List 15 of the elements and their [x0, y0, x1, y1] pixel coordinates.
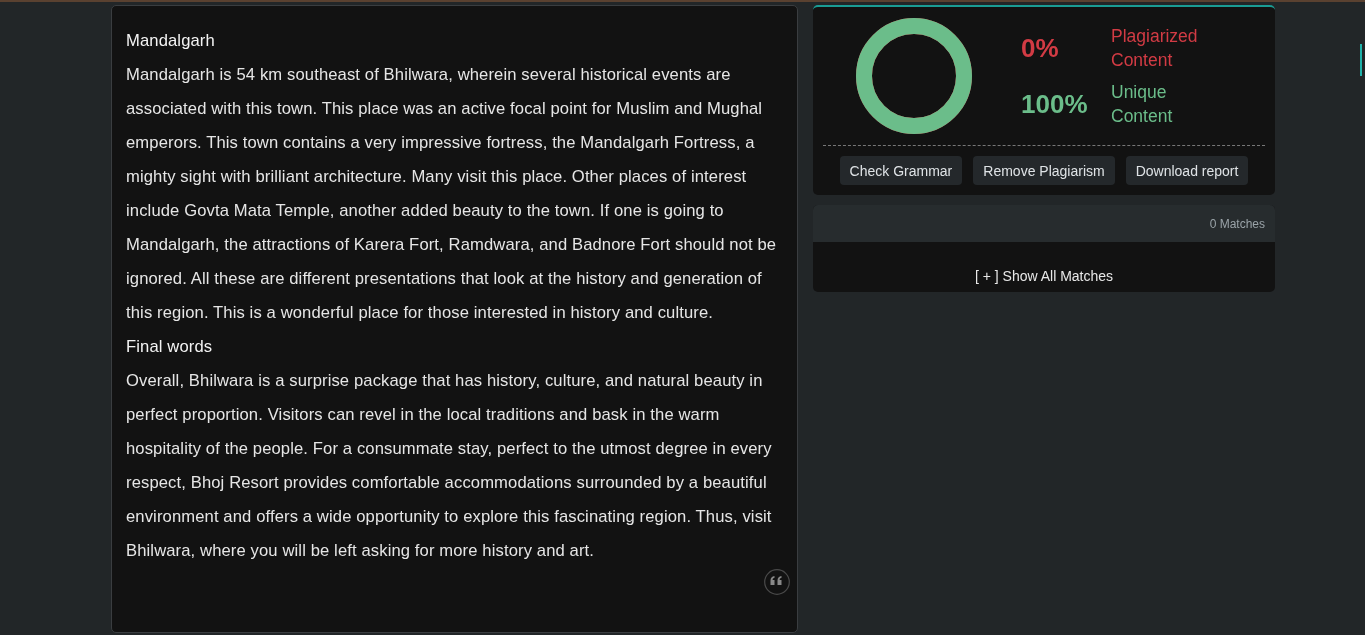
stat-label: Plagiarized Content: [1111, 25, 1199, 72]
quote-icon[interactable]: [764, 569, 790, 595]
stat-label: Unique Content: [1111, 81, 1174, 128]
percent-value: 0%: [1021, 32, 1060, 64]
action-button[interactable]: Remove Plagiarism: [973, 156, 1115, 185]
section-heading: Mandalgarh: [126, 30, 216, 52]
section-heading: Final words: [126, 336, 214, 358]
show-matches-link[interactable]: [ + ] Show All Matches: [974, 268, 1114, 284]
match-count: 0 Matches: [1209, 216, 1265, 231]
percent-value: 100%: [1021, 88, 1089, 120]
paragraph: Mandalgarh is 54 km southeast of Bhilwara, wherein several historical events are associated with this town. This place was an active focal point for Muslim and Mughal emperors. This town contains a very impressive fortress, the Mandalgarh Fortress, a mighty sight with brilliant architecture. Many visit this place. Other places of interest include Govta Mata Temple, another added beauty to the town. If one is going to Mandalgarh, the attractions of Karera Fort, Ramdwara, and Badnore Fort should not be ignored. All these are different presentations that look at the history and generation of this region. This is a wonderful place for those interested in history and culture.: [126, 64, 778, 324]
scrollbar-thumb[interactable]: [1360, 44, 1362, 76]
paragraph: Overall, Bhilwara is a surprise package that has history, culture, and natural beauty in perfect proportion. Visitors can revel in the local traditions and bask in the warm hospitality of the people. For a consummate stay, perfect to the utmost degree in every respect, Bhoj Resort provides comfortable accommodations surrounded by a beautiful environment and offers a wide opportunity to explore this fascinating region. Thus, visit Bhilwara, where you will be left asking for more history and art.: [126, 370, 773, 562]
action-button[interactable]: Download report: [1125, 156, 1249, 185]
action-button[interactable]: Check Grammar: [839, 156, 963, 185]
